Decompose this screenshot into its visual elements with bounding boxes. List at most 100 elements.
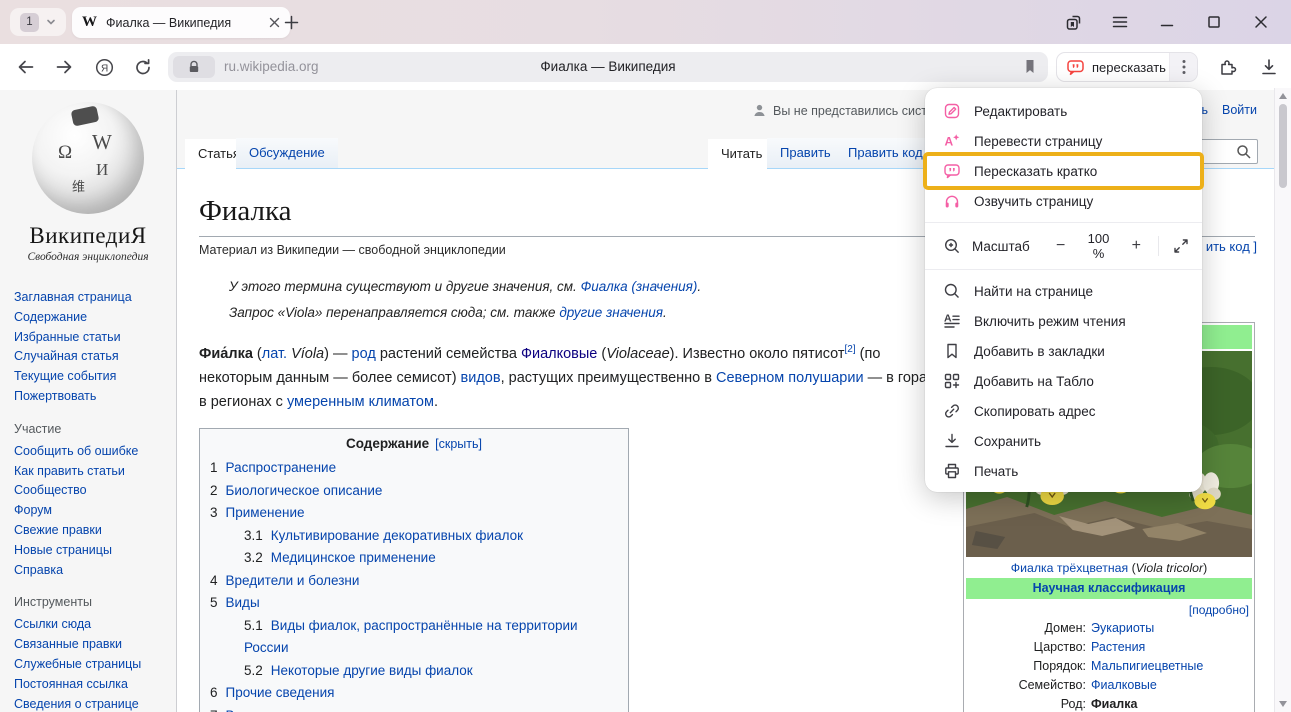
edit-icon	[943, 102, 961, 120]
kebab-dots-icon	[1182, 59, 1186, 75]
sidebar-link[interactable]: Свежие правки	[14, 521, 170, 541]
url-bar[interactable]: ru.wikipedia.org Фиалка — Википедия	[168, 52, 1048, 82]
sidebar-link[interactable]: Случайная статья	[14, 347, 170, 367]
menu-item-read-aloud[interactable]: Озвучить страницу	[925, 186, 1202, 216]
tab-edit[interactable]: Править	[767, 138, 844, 169]
reload-button[interactable]	[131, 55, 155, 79]
tab-read[interactable]: Читать	[708, 139, 775, 169]
sidebar-link[interactable]: Текущие события	[14, 367, 170, 387]
tab-group-chip[interactable]: 1	[10, 8, 66, 36]
toc-item[interactable]: 3Применение	[210, 502, 618, 525]
edit-section-link-fragment[interactable]: ить код ]	[1206, 239, 1257, 254]
toc-title: Содержание	[346, 436, 429, 451]
menu-item-edit-page[interactable]: Редактировать	[925, 96, 1202, 126]
page-scrollbar[interactable]	[1274, 88, 1291, 712]
find-icon	[943, 282, 961, 300]
minimize-button[interactable]	[1157, 12, 1177, 32]
sidebar-link[interactable]: Сведения о странице	[14, 695, 170, 712]
new-tab-button[interactable]	[280, 11, 302, 33]
toc-item[interactable]: 2Биологическое описание	[210, 480, 618, 503]
sidebar-link[interactable]: Пожертвовать	[14, 387, 170, 407]
sidebar-link[interactable]: Как править статьи	[14, 462, 170, 482]
toc-item[interactable]: 7В астрономии	[210, 705, 618, 712]
scroll-down-arrow-icon[interactable]	[1279, 701, 1287, 707]
search-icon[interactable]	[1236, 144, 1252, 160]
retell-button[interactable]: пересказать	[1056, 52, 1198, 82]
sidebar-link[interactable]: Ссылки сюда	[14, 615, 170, 635]
yandex-services-button[interactable]: Я	[92, 55, 116, 79]
browser-tab[interactable]: W Фиалка — Википедия	[72, 7, 290, 38]
puzzle-piece-dark	[71, 105, 100, 126]
back-button[interactable]	[14, 55, 38, 79]
sidebar-link[interactable]: Заглавная страница	[14, 288, 170, 308]
toc-item[interactable]: 3.2Медицинское применение	[244, 547, 618, 570]
classification-details-link[interactable]: [подробно]	[966, 599, 1252, 619]
retell-menu-button[interactable]	[1169, 53, 1197, 81]
menu-item-translate-page[interactable]: A Перевести страницу	[925, 126, 1202, 156]
tab-edit-source[interactable]: Править код	[835, 138, 936, 169]
fullscreen-icon[interactable]	[1172, 237, 1190, 255]
retell-quote-icon	[1066, 58, 1085, 77]
zoom-in-button[interactable]: +	[1127, 235, 1145, 257]
reload-icon	[133, 57, 153, 77]
menu-item-add-bookmark[interactable]: Добавить в закладки	[925, 336, 1202, 366]
toc-item[interactable]: 3.1Культивирование декоративных фиалок	[244, 525, 618, 548]
toc-item[interactable]: 4Вредители и болезни	[210, 570, 618, 593]
personal-bar-right: сь Войти	[1195, 103, 1257, 117]
taxobox-caption: Фиалка трёхцветная (Viola tricolor)	[966, 557, 1252, 578]
zoom-out-button[interactable]: −	[1052, 235, 1070, 257]
downloads-button[interactable]	[1257, 55, 1281, 79]
sidebar-link[interactable]: Сообщить об ошибке	[14, 442, 170, 462]
sidebar-tools-links: Ссылки сюдаСвязанные правкиСлужебные стр…	[0, 615, 176, 712]
menu-item-reader-mode[interactable]: A Включить режим чтения	[925, 306, 1202, 336]
browser-menu-button[interactable]	[1110, 12, 1130, 32]
bookmark-page-button[interactable]	[1022, 58, 1038, 75]
forward-button[interactable]	[52, 55, 76, 79]
toc-item[interactable]: 5.1Виды фиалок, распространённые на терр…	[244, 615, 618, 660]
menu-zoom-row: Масштаб − 100 % +	[925, 229, 1202, 263]
toc-item[interactable]: 1Распространение	[210, 457, 618, 480]
classification-header[interactable]: Научная классификация	[966, 578, 1252, 599]
sidebar-link[interactable]: Новые страницы	[14, 541, 170, 561]
menu-item-add-to-tablo[interactable]: Добавить на Табло	[925, 366, 1202, 396]
menu-item-find-on-page[interactable]: Найти на странице	[925, 276, 1202, 306]
toc-item[interactable]: 6Прочие сведения	[210, 682, 618, 705]
tab-discussion[interactable]: Обсуждение	[236, 138, 338, 169]
toc-item[interactable]: 5Виды	[210, 592, 618, 615]
browser-actions-menu: Редактировать A Перевести страницу Перес…	[925, 88, 1202, 492]
menu-item-save-page[interactable]: Сохранить	[925, 426, 1202, 456]
hamburger-icon	[1111, 13, 1129, 31]
close-window-button[interactable]	[1251, 12, 1271, 32]
tab-close-icon[interactable]	[269, 17, 280, 28]
sidebar-link[interactable]: Избранные статьи	[14, 328, 170, 348]
sidebar-link[interactable]: Связанные правки	[14, 635, 170, 655]
toc-item[interactable]: 5.2Некоторые другие виды фиалок	[244, 660, 618, 683]
scroll-up-arrow-icon[interactable]	[1279, 93, 1287, 99]
sidebar-link[interactable]: Справка	[14, 561, 170, 581]
toc-hide-link[interactable]: [скрыть]	[435, 437, 482, 451]
wikipedia-globe-logo[interactable]: W Ω И 维	[32, 102, 144, 214]
sidebar-main-links: Заглавная страницаСодержаниеИзбранные ст…	[0, 288, 176, 407]
sidebar-link[interactable]: Служебные страницы	[14, 655, 170, 675]
link-icon	[943, 402, 961, 420]
table-of-contents: Содержание [скрыть] 1Распространение 2Био…	[199, 428, 629, 712]
sidebar-link[interactable]: Постоянная ссылка	[14, 675, 170, 695]
close-icon	[1253, 14, 1269, 30]
minimize-icon	[1159, 14, 1175, 30]
reader-mode-icon: A	[943, 312, 961, 330]
menu-item-copy-address[interactable]: Скопировать адрес	[925, 396, 1202, 426]
maximize-button[interactable]	[1204, 12, 1224, 32]
headphones-icon	[943, 192, 961, 210]
menu-item-print[interactable]: Печать	[925, 456, 1202, 486]
extensions-button[interactable]	[1216, 55, 1240, 79]
menu-item-summarize[interactable]: Пересказать кратко	[925, 156, 1202, 186]
side-panel-button[interactable]	[1063, 12, 1083, 32]
save-download-icon	[943, 432, 961, 450]
zoom-scale-icon	[943, 237, 961, 255]
login-link[interactable]: Войти	[1222, 103, 1257, 117]
wiki-sidebar: W Ω И 维 ВикипедиЯ Свободная энциклопедия…	[0, 90, 177, 712]
sidebar-link[interactable]: Форум	[14, 501, 170, 521]
sidebar-link[interactable]: Содержание	[14, 308, 170, 328]
scrollbar-thumb[interactable]	[1279, 104, 1287, 188]
sidebar-link[interactable]: Сообщество	[14, 481, 170, 501]
